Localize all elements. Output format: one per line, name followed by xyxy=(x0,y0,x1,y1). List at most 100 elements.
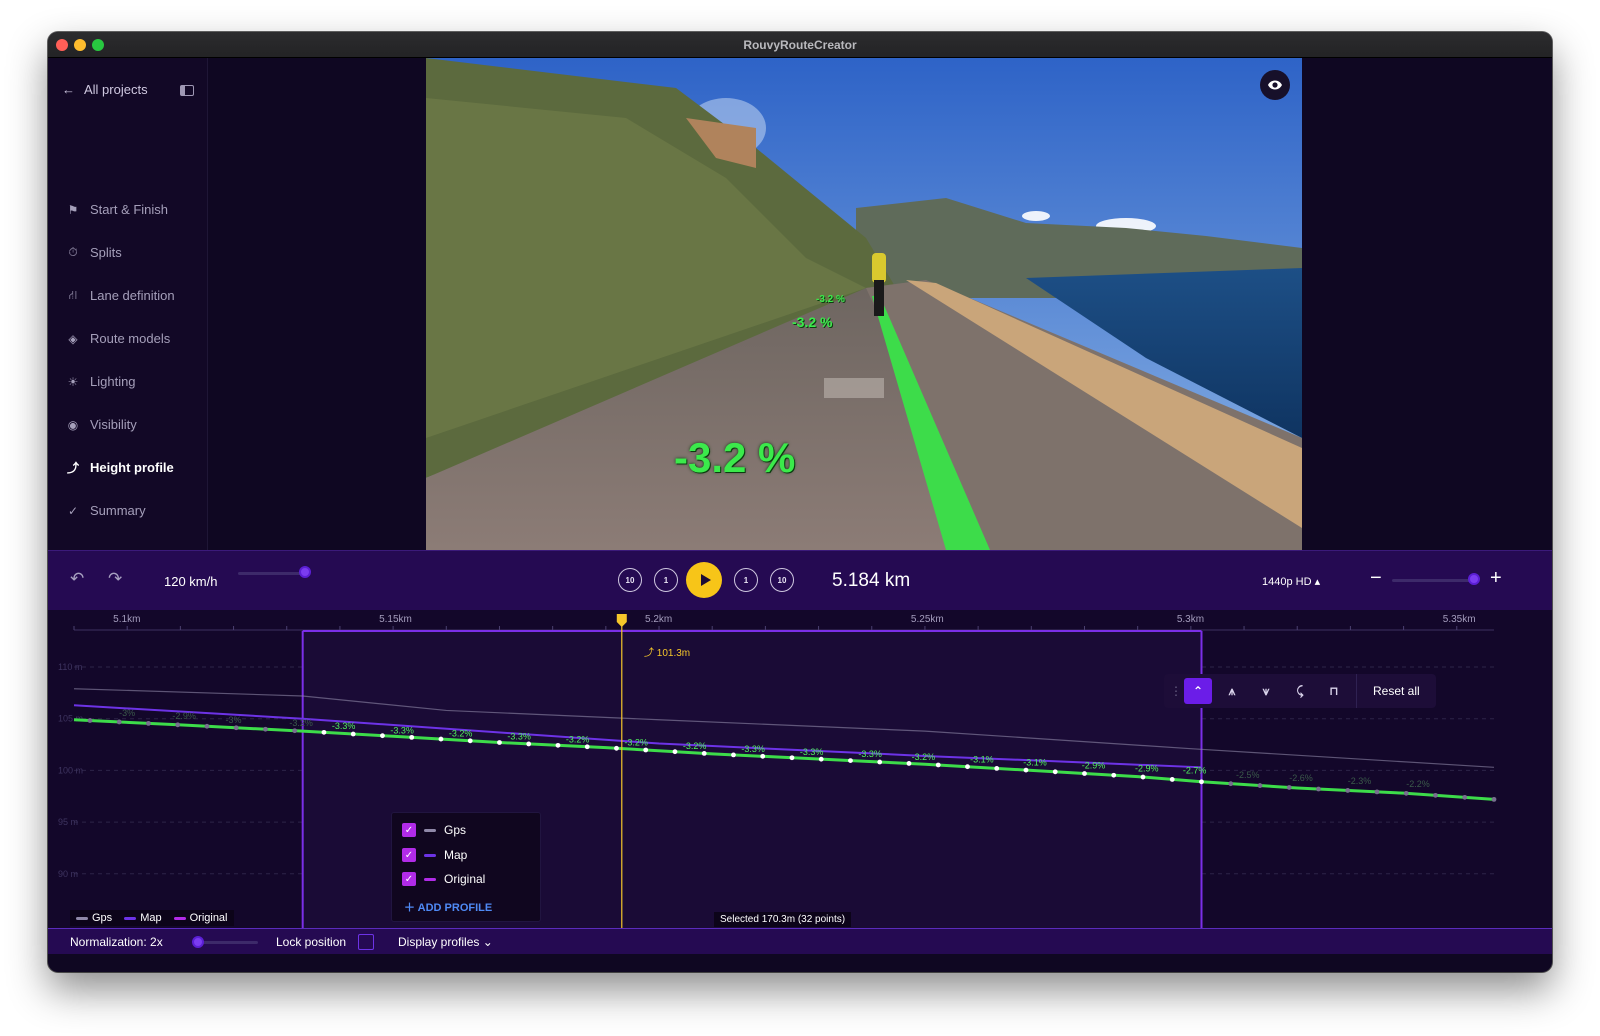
profile-point xyxy=(438,736,444,742)
zoom-out-button[interactable]: − xyxy=(1370,567,1382,590)
grade-label: -3.1% xyxy=(1023,757,1047,767)
smooth-profile-tool-icon[interactable]: ⌃ xyxy=(1184,678,1212,704)
all-projects-label: All projects xyxy=(84,82,148,97)
profile-option-gps[interactable]: ✓ Gps xyxy=(402,823,466,837)
profile-point xyxy=(672,749,678,755)
profile-point xyxy=(994,765,1000,771)
zoom-slider-track[interactable] xyxy=(1392,579,1474,582)
profile-point xyxy=(1228,781,1234,787)
stopwatch-icon: ⏱ xyxy=(68,245,78,259)
sidebar-item-start-finish[interactable]: ⚑ Start & Finish xyxy=(48,188,208,231)
profile-point xyxy=(614,745,619,751)
speed-slider-thumb[interactable] xyxy=(298,566,311,578)
grade-label: -3.3% xyxy=(390,725,414,735)
add-profile-button[interactable]: ＋ ADD PROFILE xyxy=(404,899,492,915)
redo-icon[interactable]: ↷ xyxy=(108,569,122,589)
profile-point xyxy=(409,734,415,740)
display-profiles-dropdown[interactable]: Display profiles ⌄ xyxy=(398,935,493,949)
checkbox-checked-icon[interactable]: ✓ xyxy=(402,848,416,862)
profile-point xyxy=(87,718,93,723)
x-tick-label: 5.1km xyxy=(113,614,140,625)
grade-label: -3.2% xyxy=(449,728,473,738)
sidebar-item-visibility[interactable]: ◉ Visibility xyxy=(48,403,208,446)
toolbar-divider xyxy=(1356,674,1357,708)
x-tick-label: 5.2km xyxy=(645,614,672,625)
sidebar-item-lane-definition[interactable]: ⛙ Lane definition xyxy=(48,274,208,317)
arrow-left-icon: ← xyxy=(62,82,75,97)
profile-point xyxy=(1345,788,1351,793)
normalization-slider-track[interactable] xyxy=(198,941,258,944)
profile-point xyxy=(204,723,210,729)
checkbox-checked-icon[interactable]: ✓ xyxy=(402,872,416,886)
grade-label: -2.2% xyxy=(1406,779,1430,789)
checkmark-icon: ✓ xyxy=(67,503,79,518)
playhead-marker xyxy=(616,614,627,627)
speed-slider-track[interactable] xyxy=(238,572,308,575)
speed-value: 120 km/h xyxy=(164,574,218,589)
grade-label: -3.2% xyxy=(289,718,313,728)
reset-all-button[interactable]: Reset all xyxy=(1363,684,1430,698)
zoom-in-button[interactable]: + xyxy=(1490,567,1502,590)
profile-point xyxy=(526,741,532,747)
play-button[interactable] xyxy=(686,562,722,598)
cursor-elevation-label: ⤴ 101.3m xyxy=(644,648,691,659)
grade-overlay-near: -3.2 % xyxy=(674,434,796,481)
profile-point xyxy=(292,728,298,734)
sidebar-item-splits[interactable]: ⏱ Splits xyxy=(48,231,208,274)
height-profile-chart[interactable]: 5.1km 5.15km 5.2km 5.25km 5.3km 5.35km 110 m 10… xyxy=(48,610,1552,928)
zoom-slider-thumb[interactable] xyxy=(1468,573,1480,585)
rewind-1-button[interactable]: 1 xyxy=(654,568,678,592)
profile-option-original[interactable]: ✓ Original xyxy=(402,872,485,886)
profile-point xyxy=(1140,774,1146,780)
y-tick-label: 95 m xyxy=(58,817,78,827)
height-profile-plot[interactable]: 5.1km 5.15km 5.2km 5.25km 5.3km 5.35km 110 m 10… xyxy=(48,610,1552,928)
raise-profile-tool-icon[interactable]: ⩚ xyxy=(1218,678,1246,704)
rewind-10-button[interactable]: 10 xyxy=(618,568,642,592)
profile-point xyxy=(1257,783,1263,788)
road-scene-image xyxy=(426,58,1302,550)
profile-point xyxy=(584,744,590,750)
toggle-sidebar-icon[interactable] xyxy=(180,85,194,96)
profile-point xyxy=(935,762,941,768)
profile-point xyxy=(877,759,883,765)
all-projects-link[interactable]: ← All projects xyxy=(62,82,148,97)
quality-select[interactable]: 1440p HD ▴ xyxy=(1262,575,1320,588)
forward-10-button[interactable]: 10 xyxy=(770,568,794,592)
grade-label: -2.6% xyxy=(1289,773,1313,783)
profile-point xyxy=(643,747,649,753)
video-preview[interactable]: -3.2 % -3.2 % -3.2 % xyxy=(426,58,1302,550)
lock-position-checkbox[interactable] xyxy=(358,934,374,950)
forward-1-button[interactable]: 1 xyxy=(734,568,758,592)
gps-swatch xyxy=(424,828,436,832)
height-profile-icon: ⤴ xyxy=(66,461,79,475)
grade-label: -3.3% xyxy=(507,732,531,742)
grade-label: -2.3% xyxy=(1348,776,1372,786)
sidebar-item-summary[interactable]: ✓ Summary xyxy=(48,489,208,532)
normalization-slider-thumb[interactable] xyxy=(192,936,204,948)
cursor-elevation-value: 101.3m xyxy=(656,648,691,659)
grade-label: -3.3% xyxy=(741,744,765,754)
legend-label: Gps xyxy=(92,912,113,924)
flatten-profile-tool-icon[interactable]: ⊓ xyxy=(1320,678,1348,704)
cube-icon: ◈ xyxy=(68,331,78,346)
sidebar-item-lighting[interactable]: ☀ Lighting xyxy=(48,360,208,403)
grade-label: -3.3% xyxy=(332,721,356,731)
profile-point xyxy=(789,755,795,761)
profile-point xyxy=(701,751,707,756)
sidebar-nav: ⚑ Start & Finish ⏱ Splits ⛙ Lane definition… xyxy=(48,188,208,532)
profile-option-map[interactable]: ✓ Map xyxy=(402,848,467,862)
profile-point xyxy=(760,753,766,759)
checkbox-checked-icon[interactable]: ✓ xyxy=(402,823,416,837)
toggle-overlay-button[interactable] xyxy=(1260,70,1290,100)
profile-point xyxy=(350,731,356,737)
ramp-profile-tool-icon[interactable]: ⤹ xyxy=(1286,678,1314,704)
sidebar: ← All projects ⚑ Start & Finish ⏱ Splits ⛙… xyxy=(48,58,208,550)
sidebar-item-route-models[interactable]: ◈ Route models xyxy=(48,317,208,360)
road-icon: ⛙ xyxy=(68,287,78,302)
profile-point xyxy=(555,742,561,748)
sidebar-item-height-profile[interactable]: ⤴ Height profile xyxy=(48,446,208,489)
sidebar-item-label: Lighting xyxy=(90,374,136,389)
drag-handle-icon[interactable]: ⋮⋮ xyxy=(1170,684,1194,698)
undo-icon[interactable]: ↶ xyxy=(70,569,84,589)
lower-profile-tool-icon[interactable]: ⩛ xyxy=(1252,678,1280,704)
